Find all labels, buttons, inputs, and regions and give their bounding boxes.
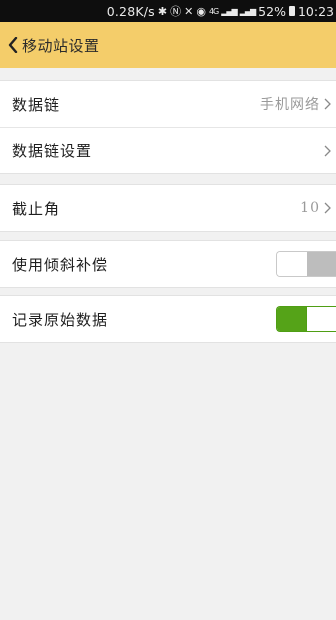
data-link-label: 数据链 [12,95,61,114]
toggle-knob [306,307,336,331]
chevron-right-icon [322,200,332,216]
mute-icon: ✕ [184,4,194,18]
tilt-compensation-row: 使用倾斜补偿 [0,241,336,287]
chevron-right-icon [322,96,332,112]
record-raw-data-toggle[interactable] [276,306,336,332]
record-raw-data-row: 记录原始数据 [0,296,336,342]
network-type: 4G [208,6,219,16]
data-link-row[interactable]: 数据链 手机网络 [0,81,336,127]
app-header: 移动站设置 [0,22,336,68]
data-link-settings-row[interactable]: 数据链设置 [0,127,336,173]
clock: 10:23 [297,3,334,19]
page-title: 移动站设置 [22,36,100,55]
nfc-icon: Ⓝ [170,5,182,18]
bluetooth-icon: ✱ [157,4,168,18]
signal-icon-2: ▂▄▆ [239,6,257,16]
toggle-track [277,307,306,331]
battery-level: 52% [258,3,286,19]
data-link-settings-label: 数据链设置 [12,142,93,160]
tilt-compensation-group: 使用倾斜补偿 [0,240,336,288]
cutoff-angle-value: 10 [300,200,320,216]
raw-data-group: 记录原始数据 [0,295,336,343]
tilt-compensation-toggle[interactable] [276,251,336,277]
toggle-knob [277,252,307,276]
status-bar: 0.28K/s ✱ Ⓝ ✕ ◉ 4G ▂▄▆ ▂▄▆ 52% 10:23 [0,0,336,22]
data-link-value: 手机网络 [260,97,320,113]
signal-icon: ▂▄▆ [221,6,238,16]
toggle-track [307,252,336,276]
battery-icon [288,6,295,16]
alarm-icon: ◉ [196,4,206,18]
cutoff-angle-label: 截止角 [12,199,61,218]
chevron-right-icon [322,143,332,159]
cutoff-angle-group: 截止角 10 [0,184,336,232]
cutoff-angle-row[interactable]: 截止角 10 [0,185,336,231]
data-link-group: 数据链 手机网络 数据链设置 [0,80,336,174]
back-arrow-icon[interactable] [6,35,20,55]
network-speed: 0.28K/s [106,3,155,19]
